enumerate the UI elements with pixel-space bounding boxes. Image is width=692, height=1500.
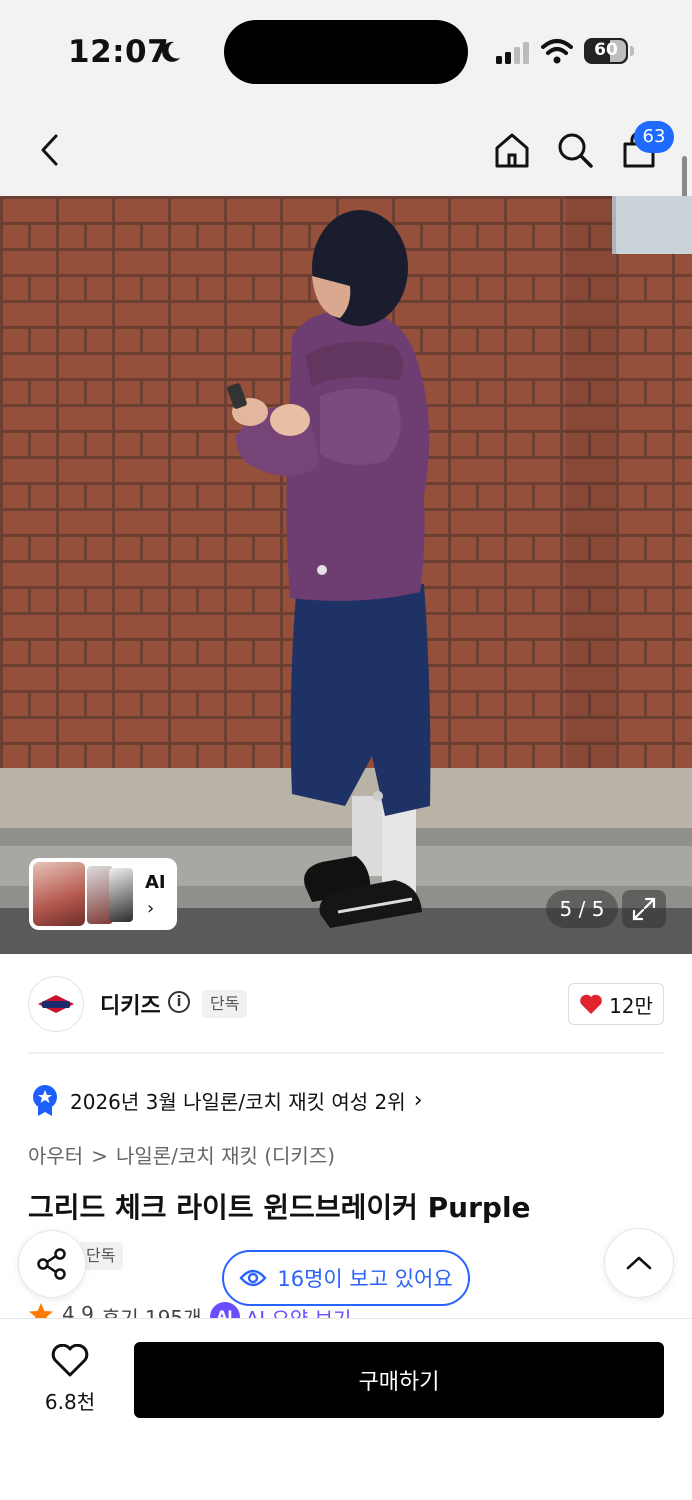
image-pager: 5 / 5 — [546, 890, 618, 928]
wishlist-count: 6.8천 — [44, 1390, 96, 1414]
buy-button[interactable]: 구매하기 — [134, 1342, 664, 1418]
share-icon — [37, 1248, 66, 1280]
medal-icon — [33, 1085, 57, 1116]
thumbnail-3 — [109, 868, 133, 922]
status-time: 12:07 — [68, 34, 170, 70]
breadcrumb-level2[interactable]: 나일론/코치 재킷 (디키즈) — [116, 1144, 335, 1168]
brand-name[interactable]: 디키즈 — [100, 988, 161, 1020]
breadcrumb: 아우터 > 나일론/코치 재킷 (디키즈) — [28, 1140, 335, 1169]
info-icon[interactable]: i — [168, 991, 190, 1013]
dynamic-island — [224, 20, 468, 84]
ai-similar-items-card[interactable]: AI › — [29, 858, 177, 930]
back-button[interactable] — [28, 128, 72, 172]
ranking-text: 2026년 3월 나일론/코치 재킷 여성 2위 — [70, 1089, 406, 1114]
thumbnail-1 — [33, 862, 85, 926]
product-image-gallery[interactable]: AI › 5 / 5 — [0, 196, 692, 954]
heart-icon — [580, 994, 602, 1014]
battery-level: 60 — [594, 40, 618, 60]
wifi-icon — [541, 39, 573, 64]
moon-icon — [162, 41, 180, 62]
scroll-to-top-button[interactable] — [604, 1228, 674, 1298]
ai-label: AI — [145, 872, 166, 893]
app-header — [0, 104, 692, 196]
brand-like-button[interactable]: 12만 — [568, 983, 664, 1025]
product-title: 그리드 체크 라이트 윈드브레이커 Purple — [28, 1191, 531, 1224]
breadcrumb-separator: > — [91, 1144, 108, 1168]
model-photo — [227, 210, 431, 928]
expand-button[interactable] — [622, 890, 666, 928]
home-icon — [495, 133, 529, 168]
battery-indicator: 60 — [584, 38, 634, 64]
home-button[interactable] — [490, 128, 534, 172]
breadcrumb-level1[interactable]: 아우터 — [28, 1144, 83, 1168]
share-button[interactable] — [18, 1230, 86, 1298]
expand-icon — [632, 897, 656, 921]
brand-like-count: 12만 — [609, 993, 653, 1018]
cart-count-badge: 63 — [634, 121, 674, 153]
search-button[interactable] — [553, 128, 597, 172]
signal-icon — [496, 42, 529, 64]
wishlist-button[interactable]: 6.8천 — [30, 1343, 110, 1415]
dickies-logo — [38, 995, 74, 1013]
heart-outline-icon — [51, 1343, 89, 1377]
search-icon — [558, 133, 593, 168]
chevron-right-icon: › — [147, 898, 155, 919]
brand-logo[interactable] — [28, 976, 84, 1032]
chevron-right-icon: › — [413, 1087, 423, 1113]
eye-icon — [239, 1269, 267, 1287]
live-viewers-pill[interactable]: 16명이 보고 있어요 — [222, 1250, 470, 1306]
status-bar: 12:07 60 — [0, 0, 692, 104]
live-viewers-text: 16명이 보고 있어요 — [277, 1267, 453, 1291]
divider — [28, 1052, 664, 1054]
back-chevron-icon — [41, 134, 58, 166]
ranking-link[interactable]: 2026년 3월 나일론/코치 재킷 여성 2위 › — [28, 1082, 423, 1118]
chevron-up-icon — [626, 1256, 652, 1270]
exclusive-tag: 단독 — [202, 990, 248, 1018]
